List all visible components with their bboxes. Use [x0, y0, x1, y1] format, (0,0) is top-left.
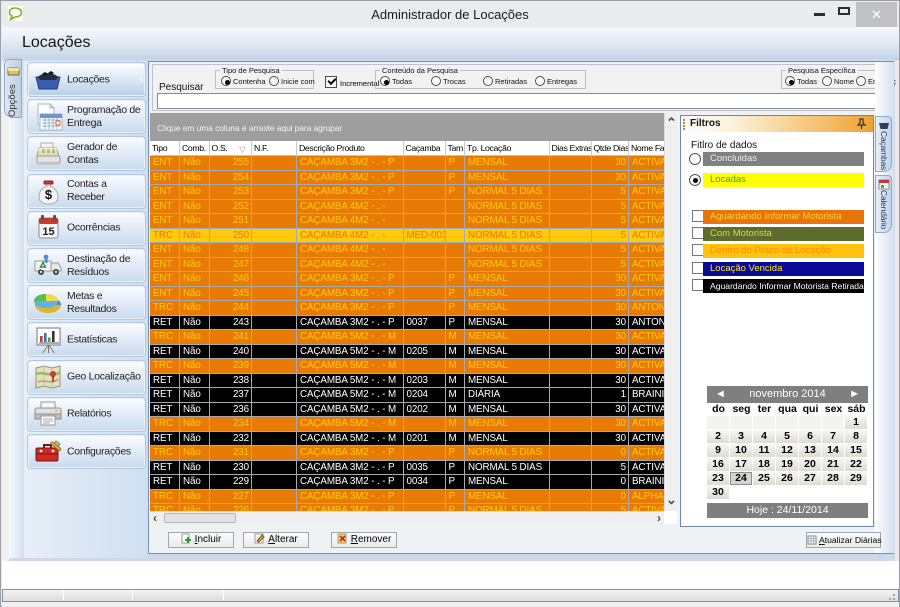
svg-text:15: 15 [42, 226, 54, 238]
svg-text:$: $ [45, 187, 53, 202]
